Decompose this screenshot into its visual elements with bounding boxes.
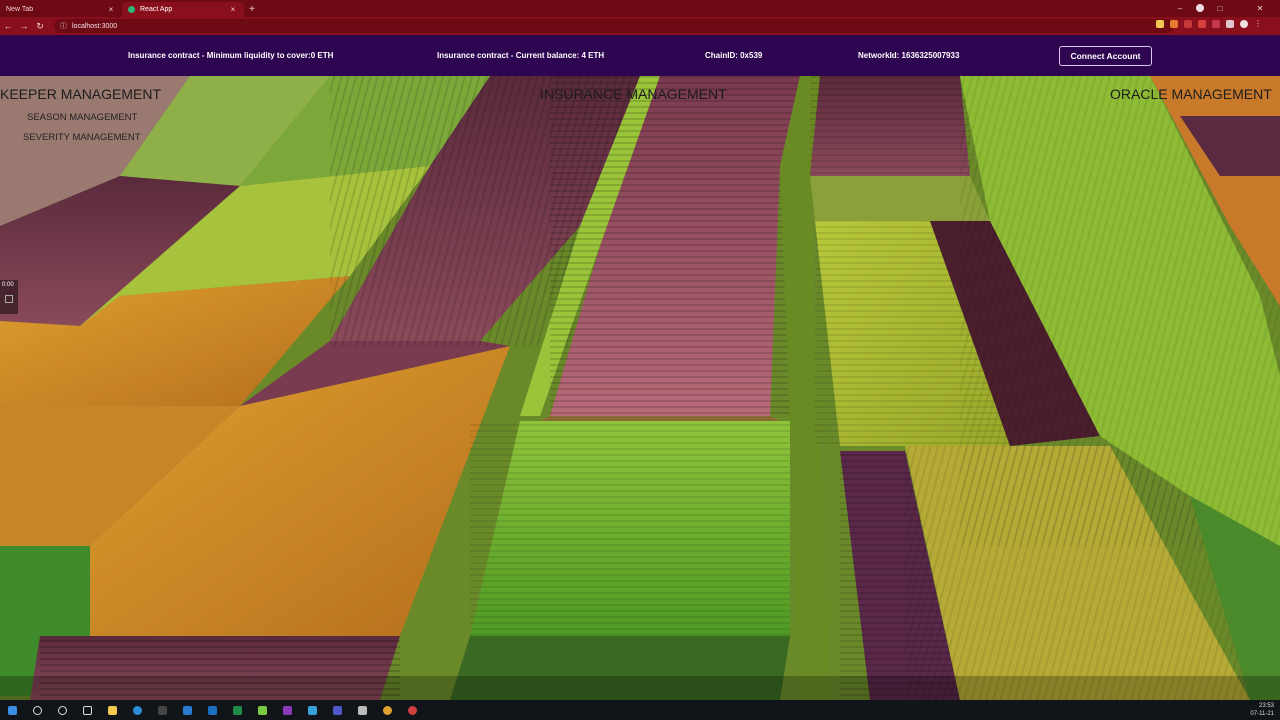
- insurance-management-heading[interactable]: INSURANCE MANAGEMENT: [540, 86, 727, 102]
- severity-management-link[interactable]: SEVERITY MANAGEMENT: [23, 132, 141, 143]
- app-icon[interactable]: [350, 700, 375, 720]
- extension-icon[interactable]: [1212, 20, 1220, 28]
- avatar-icon[interactable]: [1240, 20, 1248, 28]
- oracle-management-heading[interactable]: ORACLE MANAGEMENT: [1110, 86, 1272, 102]
- fullscreen-icon[interactable]: [5, 295, 13, 303]
- terminal-icon[interactable]: [150, 700, 175, 720]
- chrome-icon[interactable]: [375, 700, 400, 720]
- tab-new-tab[interactable]: New Tab ×: [0, 2, 122, 17]
- clock-time: 23:53: [1258, 703, 1274, 709]
- bookmark-star-icon[interactable]: [1156, 20, 1164, 28]
- search-icon[interactable]: [25, 700, 50, 720]
- browser-tabstrip: New Tab × React App × +: [0, 0, 1280, 17]
- excel-icon[interactable]: [225, 700, 250, 720]
- season-management-link[interactable]: SEASON MANAGEMENT: [27, 112, 137, 123]
- extension-icon[interactable]: [1184, 20, 1192, 28]
- react-favicon-icon: [128, 6, 135, 13]
- network-id-label: NetworkId: 1636325007933: [858, 51, 960, 60]
- os-taskbar: 23:53 07-11-21: [0, 700, 1280, 720]
- connect-account-button[interactable]: Connect Account: [1059, 46, 1152, 66]
- system-clock[interactable]: 23:53 07-11-21: [1250, 702, 1274, 718]
- browser-toolbar: ← → ↻ ⓘ localhost:3000 ⋮: [0, 17, 1280, 35]
- new-tab-button[interactable]: +: [244, 2, 260, 17]
- puzzle-icon[interactable]: [1226, 20, 1234, 28]
- min-liquidity-label: Insurance contract - Minimum liquidity t…: [128, 51, 334, 60]
- extension-icon[interactable]: [1198, 20, 1206, 28]
- window-close-icon[interactable]: ✕: [1240, 0, 1280, 17]
- task-view-icon[interactable]: [75, 700, 100, 720]
- extension-icon[interactable]: [1170, 20, 1178, 28]
- current-balance-label: Insurance contract - Current balance: 4 …: [437, 51, 605, 60]
- minimize-icon[interactable]: –: [1160, 0, 1200, 17]
- tab-title: New Tab: [6, 6, 34, 13]
- chrome-icon[interactable]: [400, 700, 425, 720]
- reload-icon[interactable]: ↻: [32, 18, 48, 34]
- info-icon[interactable]: ⓘ: [60, 21, 67, 31]
- windows-start-icon[interactable]: [0, 700, 25, 720]
- tab-react-app[interactable]: React App ×: [122, 2, 244, 17]
- back-arrow-icon[interactable]: ←: [0, 18, 16, 34]
- app-icon[interactable]: [300, 700, 325, 720]
- close-icon[interactable]: ×: [228, 5, 238, 14]
- onenote-icon[interactable]: [275, 700, 300, 720]
- address-text: localhost:3000: [72, 22, 118, 30]
- tab-title: React App: [140, 6, 173, 13]
- video-time: 0:00: [2, 282, 14, 288]
- video-controls[interactable]: 0:00: [0, 280, 18, 314]
- notes-icon[interactable]: [250, 700, 275, 720]
- menu-dots-icon[interactable]: ⋮: [1254, 20, 1262, 28]
- outlook-icon[interactable]: [200, 700, 225, 720]
- cortana-icon[interactable]: [50, 700, 75, 720]
- maximize-icon[interactable]: □: [1200, 0, 1240, 17]
- file-explorer-icon[interactable]: [100, 700, 125, 720]
- vscode-icon[interactable]: [175, 700, 200, 720]
- window-controls: – □ ✕: [1160, 0, 1280, 17]
- teams-icon[interactable]: [325, 700, 350, 720]
- edge-icon[interactable]: [125, 700, 150, 720]
- clock-date: 07-11-21: [1250, 711, 1274, 717]
- farm-fields-image: [0, 76, 1280, 700]
- address-bar[interactable]: ⓘ localhost:3000: [54, 19, 1174, 33]
- chain-id-label: ChainID: 0x539: [705, 51, 763, 60]
- close-icon[interactable]: ×: [106, 5, 116, 14]
- background-video: KEEPER MANAGEMENT SEASON MANAGEMENT SEVE…: [0, 76, 1280, 700]
- keeper-management-heading[interactable]: KEEPER MANAGEMENT: [0, 86, 161, 102]
- extension-icons: ⋮: [1156, 20, 1262, 28]
- forward-arrow-icon[interactable]: →: [16, 18, 32, 34]
